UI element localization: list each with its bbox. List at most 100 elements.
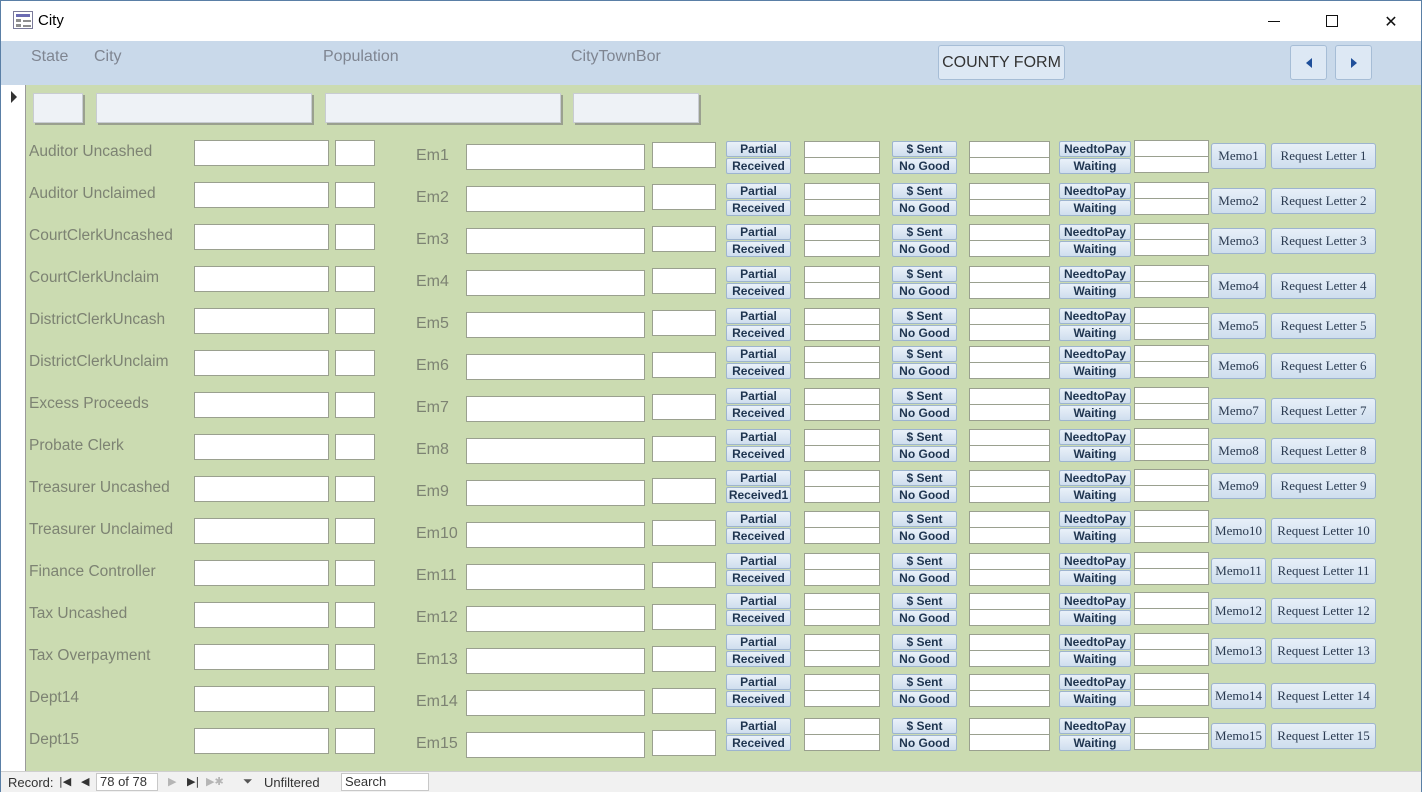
need-to-pay-button-4[interactable]: NeedtoPay — [1059, 266, 1131, 282]
dept-count-input-9[interactable] — [335, 476, 375, 502]
need-to-pay-date-input-6[interactable] — [1134, 345, 1209, 362]
sent-button-9[interactable]: $ Sent — [892, 470, 957, 486]
partial-button-8[interactable]: Partial — [726, 429, 791, 445]
request-letter-button-14[interactable]: Request Letter 14 — [1271, 683, 1376, 709]
received-date-input-1[interactable] — [804, 157, 880, 174]
memo-button-4[interactable]: Memo4 — [1211, 273, 1266, 299]
no-good-button-8[interactable]: No Good — [892, 446, 957, 462]
no-good-button-7[interactable]: No Good — [892, 405, 957, 421]
no-good-date-input-5[interactable] — [969, 324, 1050, 341]
no-good-button-12[interactable]: No Good — [892, 610, 957, 626]
need-to-pay-date-input-12[interactable] — [1134, 592, 1209, 609]
need-to-pay-date-input-1[interactable] — [1134, 140, 1209, 157]
dept-amount-input-1[interactable] — [194, 140, 329, 166]
dept-amount-input-13[interactable] — [194, 644, 329, 670]
waiting-button-13[interactable]: Waiting — [1059, 651, 1131, 667]
memo-button-2[interactable]: Memo2 — [1211, 188, 1266, 214]
partial-button-4[interactable]: Partial — [726, 266, 791, 282]
dept-count-input-1[interactable] — [335, 140, 375, 166]
waiting-button-9[interactable]: Waiting — [1059, 487, 1131, 503]
sent-button-3[interactable]: $ Sent — [892, 224, 957, 240]
no-good-date-input-2[interactable] — [969, 199, 1050, 216]
no-good-button-9[interactable]: No Good — [892, 487, 957, 503]
dept-amount-input-12[interactable] — [194, 602, 329, 628]
waiting-button-11[interactable]: Waiting — [1059, 570, 1131, 586]
waiting-button-15[interactable]: Waiting — [1059, 735, 1131, 751]
received-button-2[interactable]: Received — [726, 200, 791, 216]
waiting-button-2[interactable]: Waiting — [1059, 200, 1131, 216]
received-date-input-6[interactable] — [804, 362, 880, 379]
sent-date-input-13[interactable] — [969, 634, 1050, 651]
waiting-date-input-7[interactable] — [1134, 403, 1209, 420]
need-to-pay-button-10[interactable]: NeedtoPay — [1059, 511, 1131, 527]
waiting-button-10[interactable]: Waiting — [1059, 528, 1131, 544]
em-short-input-2[interactable] — [652, 184, 716, 210]
city-input[interactable] — [96, 93, 312, 123]
need-to-pay-button-7[interactable]: NeedtoPay — [1059, 388, 1131, 404]
received-date-input-13[interactable] — [804, 650, 880, 667]
dept-amount-input-11[interactable] — [194, 560, 329, 586]
received-date-input-12[interactable] — [804, 609, 880, 626]
received-button-3[interactable]: Received — [726, 241, 791, 257]
sent-date-input-11[interactable] — [969, 553, 1050, 570]
em-input-11[interactable] — [466, 564, 645, 590]
partial-date-input-11[interactable] — [804, 553, 880, 570]
waiting-button-6[interactable]: Waiting — [1059, 363, 1131, 379]
no-good-button-11[interactable]: No Good — [892, 570, 957, 586]
no-good-button-13[interactable]: No Good — [892, 651, 957, 667]
waiting-date-input-1[interactable] — [1134, 156, 1209, 173]
dept-count-input-5[interactable] — [335, 308, 375, 334]
memo-button-12[interactable]: Memo12 — [1211, 598, 1266, 624]
need-to-pay-date-input-9[interactable] — [1134, 469, 1209, 486]
request-letter-button-1[interactable]: Request Letter 1 — [1271, 143, 1376, 169]
em-short-input-7[interactable] — [652, 394, 716, 420]
waiting-date-input-12[interactable] — [1134, 608, 1209, 625]
need-to-pay-date-input-5[interactable] — [1134, 307, 1209, 324]
partial-date-input-13[interactable] — [804, 634, 880, 651]
sent-button-6[interactable]: $ Sent — [892, 346, 957, 362]
waiting-date-input-14[interactable] — [1134, 689, 1209, 706]
no-good-button-2[interactable]: No Good — [892, 200, 957, 216]
no-good-button-5[interactable]: No Good — [892, 325, 957, 341]
received-button-8[interactable]: Received — [726, 446, 791, 462]
received-button-1[interactable]: Received — [726, 158, 791, 174]
no-good-button-15[interactable]: No Good — [892, 735, 957, 751]
sent-date-input-8[interactable] — [969, 429, 1050, 446]
request-letter-button-9[interactable]: Request Letter 9 — [1271, 473, 1376, 499]
partial-button-15[interactable]: Partial — [726, 718, 791, 734]
partial-date-input-1[interactable] — [804, 141, 880, 158]
received-date-input-2[interactable] — [804, 199, 880, 216]
waiting-button-5[interactable]: Waiting — [1059, 325, 1131, 341]
sent-date-input-4[interactable] — [969, 266, 1050, 283]
no-good-date-input-6[interactable] — [969, 362, 1050, 379]
city-town-bor-input[interactable] — [573, 93, 699, 123]
received-date-input-7[interactable] — [804, 404, 880, 421]
request-letter-button-2[interactable]: Request Letter 2 — [1271, 188, 1376, 214]
em-input-2[interactable] — [466, 186, 645, 212]
request-letter-button-11[interactable]: Request Letter 11 — [1271, 558, 1376, 584]
memo-button-7[interactable]: Memo7 — [1211, 398, 1266, 424]
received-button-7[interactable]: Received — [726, 405, 791, 421]
next-record-button[interactable] — [1335, 45, 1372, 80]
no-good-date-input-8[interactable] — [969, 445, 1050, 462]
dept-amount-input-9[interactable] — [194, 476, 329, 502]
em-input-6[interactable] — [466, 354, 645, 380]
waiting-button-14[interactable]: Waiting — [1059, 691, 1131, 707]
em-input-3[interactable] — [466, 228, 645, 254]
sent-button-8[interactable]: $ Sent — [892, 429, 957, 445]
sent-button-11[interactable]: $ Sent — [892, 553, 957, 569]
partial-button-14[interactable]: Partial — [726, 674, 791, 690]
request-letter-button-3[interactable]: Request Letter 3 — [1271, 228, 1376, 254]
sent-date-input-14[interactable] — [969, 674, 1050, 691]
county-form-button[interactable]: COUNTY FORM — [938, 45, 1065, 80]
partial-date-input-4[interactable] — [804, 266, 880, 283]
sent-date-input-3[interactable] — [969, 224, 1050, 241]
partial-date-input-6[interactable] — [804, 346, 880, 363]
received-button-6[interactable]: Received — [726, 363, 791, 379]
memo-button-8[interactable]: Memo8 — [1211, 438, 1266, 464]
em-short-input-13[interactable] — [652, 646, 716, 672]
partial-button-11[interactable]: Partial — [726, 553, 791, 569]
received-date-input-14[interactable] — [804, 690, 880, 707]
em-input-4[interactable] — [466, 270, 645, 296]
population-input[interactable] — [325, 93, 561, 123]
